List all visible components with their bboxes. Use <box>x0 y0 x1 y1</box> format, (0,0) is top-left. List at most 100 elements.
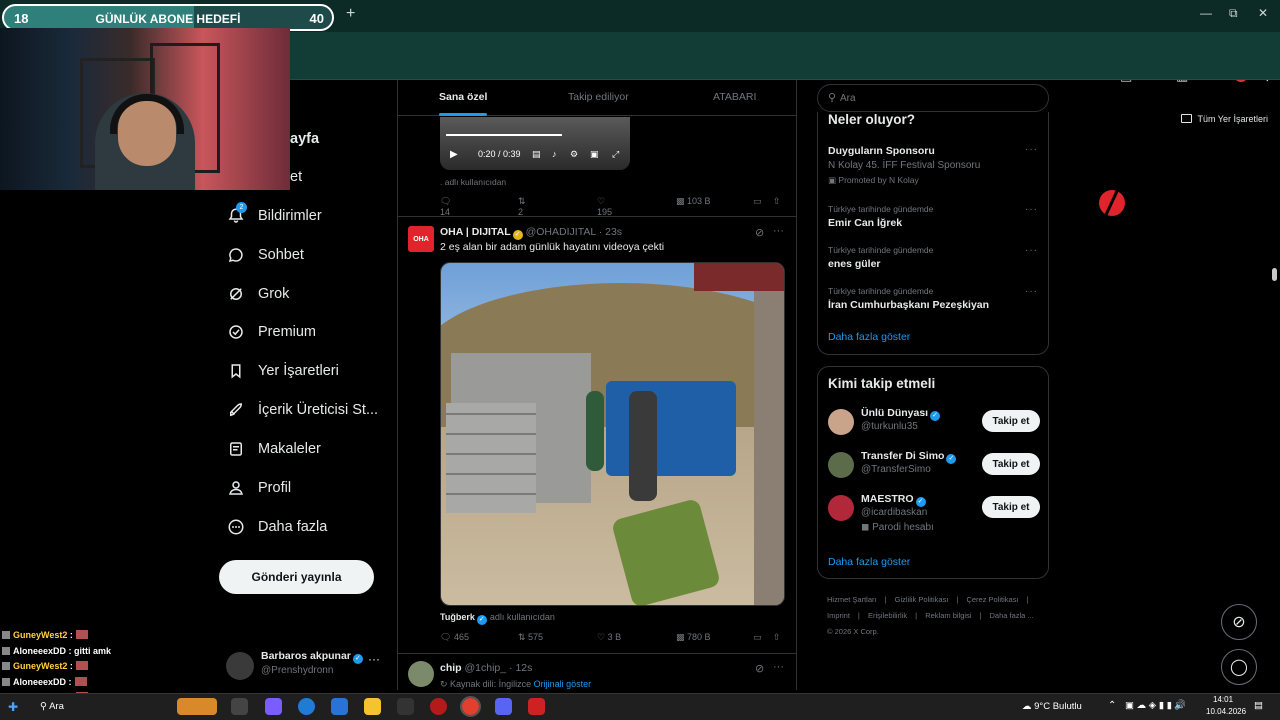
views-count[interactable]: ▩ 103 B <box>676 196 711 207</box>
trend-name[interactable]: Duyguların Sponsoru <box>828 145 935 157</box>
footer-link[interactable]: Reklam bilgisi <box>925 611 971 620</box>
nav-explore-label-partial[interactable]: et <box>290 169 302 185</box>
opera-icon[interactable] <box>430 698 447 715</box>
follow-button[interactable]: Takip et <box>982 410 1040 432</box>
clock-time[interactable]: 14:01 <box>1213 695 1233 704</box>
video-progress[interactable] <box>446 134 562 136</box>
fullscreen-icon[interactable]: ⤢ <box>612 149 619 160</box>
more-dots-icon[interactable]: ··· <box>773 225 784 237</box>
more-dots-icon[interactable]: ··· <box>1025 144 1038 155</box>
footer-link[interactable]: Gizlilik Politikası <box>895 595 949 604</box>
grok-icon[interactable]: ⊘ <box>755 662 764 675</box>
like-button[interactable]: ♡ 195 <box>597 196 612 217</box>
xbox-icon[interactable] <box>397 698 414 715</box>
video-player[interactable]: ▶ 0:20 / 0:39 ▤ ♪ ⚙ ▣ ⤢ <box>440 117 630 170</box>
volume-icon[interactable]: ♪ <box>552 149 557 159</box>
more-dots-icon[interactable]: ··· <box>1025 245 1038 256</box>
show-more-trends[interactable]: Daha fazla göster <box>828 331 910 343</box>
tab-following[interactable]: Takip ediliyor <box>568 91 629 103</box>
reply-button[interactable]: 🗨 465 <box>440 632 469 643</box>
more-dots-icon[interactable]: ··· <box>1025 204 1038 215</box>
discord-icon[interactable] <box>495 698 512 715</box>
edge-icon[interactable] <box>298 698 315 715</box>
captions-icon[interactable]: ▤ <box>532 149 541 160</box>
verified-icon: ✓ <box>915 497 926 507</box>
file-explorer-icon[interactable] <box>364 698 381 715</box>
video-time: 0:20 / 0:39 <box>478 149 521 159</box>
nav-premium[interactable]: Premium <box>226 320 316 344</box>
follow-suggestion[interactable]: Ünlü Dünyası ✓ @turkunlu35 Takip et <box>828 407 1040 443</box>
nav-grok[interactable]: Grok <box>226 282 289 306</box>
scrollbar-thumb[interactable] <box>1272 268 1277 281</box>
repost-button[interactable]: ⇅ 2 <box>518 196 526 217</box>
footer-link[interactable]: Çerez Politikası <box>966 595 1018 604</box>
pip-icon[interactable]: ▣ <box>590 149 599 160</box>
tab-for-you[interactable]: Sana özel <box>439 91 487 103</box>
account-switcher[interactable]: Barbaros akpunar ✓ @Prenshydronn ··· <box>226 648 386 682</box>
nav-more[interactable]: Daha fazla <box>226 515 327 539</box>
show-original-link[interactable]: Orijinali göster <box>534 679 592 689</box>
minimize-icon[interactable]: — <box>1200 6 1212 20</box>
post-button[interactable]: Gönderi yayınla <box>219 560 374 594</box>
nav-bookmarks[interactable]: Yer İşaretleri <box>226 359 339 383</box>
close-icon[interactable]: ✕ <box>1258 6 1268 20</box>
taskbar-widget-icon[interactable] <box>177 698 217 715</box>
weather-widget[interactable]: ☁ 9°C Bulutlu <box>1022 701 1082 712</box>
avatar[interactable]: OHA <box>408 226 434 252</box>
nav-notifications[interactable]: 2 Bildirimler <box>226 202 322 228</box>
obs-icon[interactable] <box>528 698 545 715</box>
windows-start-icon[interactable]: ✚ <box>8 700 18 714</box>
footer-link[interactable]: Daha fazla ... <box>990 611 1034 620</box>
settings-icon[interactable]: ⚙ <box>570 149 578 160</box>
taskbar-search[interactable]: ⚲ Ara <box>40 701 64 712</box>
tab-atabari[interactable]: ATABARI <box>713 91 756 103</box>
footer-link[interactable]: Erişilebilirlik <box>868 611 907 620</box>
tray-icons[interactable]: ▣ ☁ ◈ ▮ ▮ 🔊 <box>1125 700 1186 711</box>
trend-name[interactable]: enes güler <box>828 258 881 270</box>
show-more-follow[interactable]: Daha fazla göster <box>828 556 910 568</box>
all-bookmarks-link[interactable]: Tüm Yer İşaretleri <box>1181 114 1268 124</box>
avatar[interactable] <box>408 661 434 687</box>
share-icon[interactable]: ⇧ <box>773 196 781 207</box>
more-dots-icon[interactable]: ··· <box>1025 286 1038 297</box>
follow-button[interactable]: Takip et <box>982 453 1040 475</box>
notifications-icon[interactable]: ▤ <box>1254 700 1263 711</box>
follow-suggestion[interactable]: Transfer Di Simo ✓ @TransferSimo Takip et <box>828 450 1040 486</box>
nav-articles[interactable]: Makaleler <box>226 437 321 461</box>
messages-fab-button[interactable]: ◯ <box>1221 649 1257 685</box>
nav-home-label-partial[interactable]: ayfa <box>290 131 319 147</box>
more-dots-icon[interactable]: ··· <box>773 661 784 673</box>
more-dots-icon[interactable]: ··· <box>368 652 380 666</box>
follow-button[interactable]: Takip et <box>982 496 1040 518</box>
video-attribution: . adlı kullanıcıdan <box>440 177 507 187</box>
task-view-icon[interactable] <box>231 698 248 715</box>
repost-button[interactable]: ⇅ 575 <box>518 632 543 643</box>
clock-date[interactable]: 10.04.2026 <box>1206 707 1246 716</box>
footer-link[interactable]: Hizmet Şartları <box>827 595 877 604</box>
post-video[interactable] <box>440 262 785 606</box>
grok-fab-button[interactable]: ⊘ <box>1221 604 1257 640</box>
copilot-icon[interactable] <box>265 698 282 715</box>
restore-icon[interactable]: ⧉ <box>1229 6 1238 21</box>
chrome-icon[interactable] <box>460 696 481 717</box>
verified-icon: ✓ <box>930 411 941 421</box>
footer-link[interactable]: Imprint <box>827 611 850 620</box>
new-tab-button[interactable]: + <box>346 5 355 23</box>
bookmark-icon[interactable]: ▭ <box>753 196 762 207</box>
reply-button[interactable]: 🗨 14 <box>440 196 451 217</box>
trend-name[interactable]: İran Cumhurbaşkanı Pezeşkiyan <box>828 299 989 311</box>
like-button[interactable]: ♡ 3 B <box>597 632 621 643</box>
tray-chevron-icon[interactable]: ⌃ <box>1108 700 1116 711</box>
trend-name[interactable]: Emir Can İğrek <box>828 217 902 229</box>
follow-suggestion[interactable]: MAESTRO ✓ @icardibaskan ◼ Parodi hesabı T… <box>828 493 1040 533</box>
bookmark-icon[interactable]: ▭ <box>753 632 762 643</box>
views-count[interactable]: ▩ 780 B <box>676 632 711 643</box>
nav-chat[interactable]: Sohbet <box>226 243 304 267</box>
grok-icon[interactable]: ⊘ <box>755 226 764 239</box>
search-input[interactable]: ⚲ Ara <box>817 84 1049 112</box>
nav-profile[interactable]: Profil <box>226 476 291 500</box>
play-icon[interactable]: ▶ <box>450 149 458 160</box>
nav-creator-studio[interactable]: İçerik Üreticisi St... <box>226 398 378 422</box>
share-icon[interactable]: ⇧ <box>773 632 781 643</box>
mail-icon[interactable] <box>331 698 348 715</box>
